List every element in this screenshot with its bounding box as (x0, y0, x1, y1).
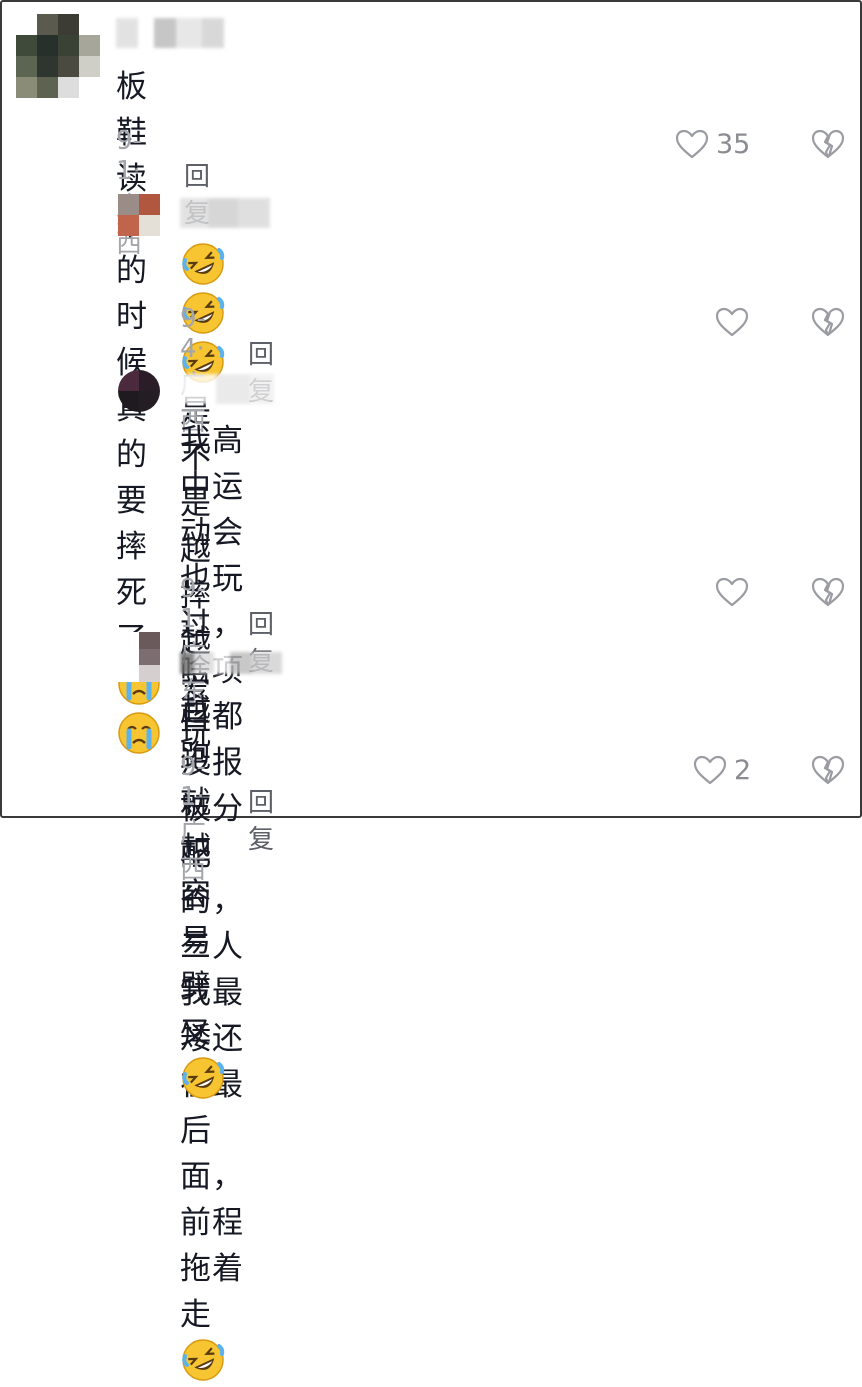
like-button[interactable] (714, 576, 750, 608)
comment-text: 越跑就越容易劈叉 (180, 688, 226, 1105)
dislike-button[interactable] (810, 576, 846, 612)
username-blurred[interactable] (180, 374, 274, 404)
like-count: 35 (716, 128, 751, 160)
like-button[interactable]: 2 (692, 754, 751, 786)
avatar[interactable] (118, 194, 160, 236)
comment-meta: 9-1· 广西 回复 (116, 126, 210, 260)
rolling-laughing-face-icon (182, 243, 225, 285)
avatar[interactable] (16, 14, 100, 98)
dislike-button[interactable] (810, 306, 846, 342)
broken-heart-icon (811, 129, 845, 159)
dislike-button[interactable] (810, 128, 846, 164)
date-location: 9-1· 广西 (116, 126, 143, 259)
dislike-button[interactable] (810, 754, 846, 790)
heart-outline-icon (693, 755, 727, 785)
date-location: 9-1· 广西 (180, 752, 207, 885)
crying-face-icon (118, 712, 160, 754)
reply-button[interactable]: 回复 (248, 782, 274, 856)
heart-outline-icon (675, 129, 709, 159)
username-blurred[interactable] (180, 198, 270, 228)
comment-text-line: 走 (180, 1292, 244, 1387)
heart-outline-icon (715, 307, 749, 337)
like-button[interactable]: 35 (674, 128, 750, 160)
avatar[interactable] (118, 632, 160, 682)
avatar[interactable] (118, 370, 160, 412)
like-button[interactable] (714, 306, 750, 338)
like-count: 2 (734, 754, 752, 786)
comment-panel: 板鞋 读书的时候真的要摔死了 9-1· 广西 回复 35 是不是越摔越爱玩 9-… (0, 0, 862, 1381)
username-blurred[interactable] (180, 652, 282, 674)
comment-meta: 9-1· 广西 回复 (180, 752, 274, 886)
broken-heart-icon (811, 755, 845, 785)
broken-heart-icon (811, 307, 845, 337)
username-blurred[interactable] (116, 18, 224, 48)
rolling-laughing-face-icon (182, 1057, 225, 1099)
broken-heart-icon (811, 577, 845, 607)
heart-outline-icon (715, 577, 749, 607)
rolling-laughing-face-icon (182, 1339, 225, 1381)
